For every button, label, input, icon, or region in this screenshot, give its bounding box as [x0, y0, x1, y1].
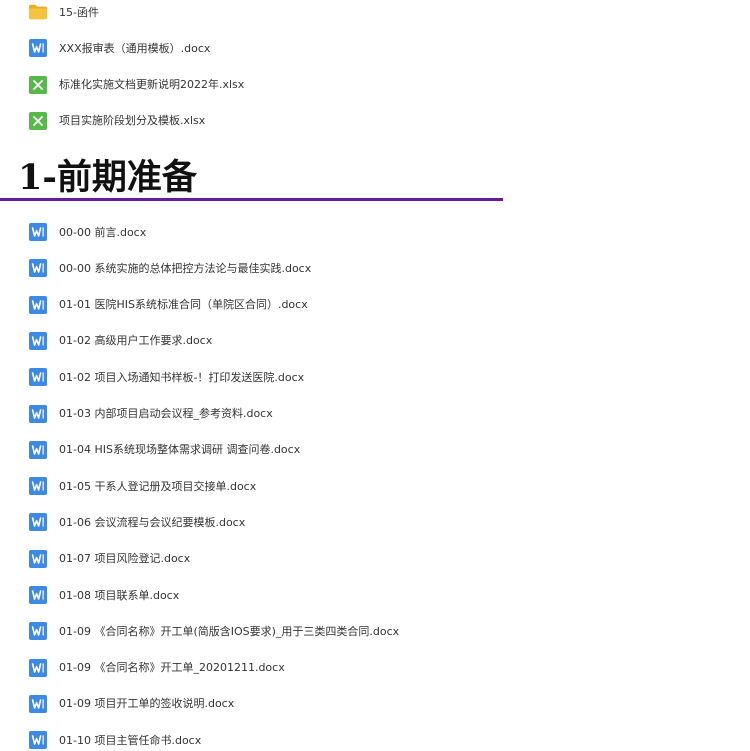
file-item[interactable]: 01-10 项目主管任命书.docx — [29, 729, 201, 751]
file-name: 01-03 内部项目启动会议程_参考资料.docx — [59, 407, 273, 420]
file-item[interactable]: 01-09 项目开工单的签收说明.docx — [29, 693, 234, 715]
excel-sheet-icon — [29, 111, 47, 130]
file-item[interactable]: 01-04 HIS系统现场整体需求调研 调查问卷.docx — [29, 439, 300, 461]
file-name: 01-09 《合同名称》开工单(简版含IOS要求)_用于三类四类合同.docx — [59, 624, 400, 638]
word-doc-icon — [29, 658, 47, 677]
file-item[interactable]: 项目实施阶段划分及模板.xlsx — [29, 110, 205, 132]
word-doc-icon — [29, 622, 47, 641]
file-name: XXX报审表（通用模板）.docx — [59, 41, 211, 55]
file-item[interactable]: 01-07 项目风险登记.docx — [29, 548, 190, 570]
file-name: 01-02 高级用户工作要求.docx — [59, 334, 213, 348]
file-item[interactable]: 00-00 前言.docx — [29, 221, 146, 243]
file-name: 项目实施阶段划分及模板.xlsx — [59, 114, 206, 128]
file-item[interactable]: 01-06 会议流程与会议纪要模板.docx — [29, 511, 245, 533]
file-name: 01-02 项目入场通知书样板-！打印发送医院.docx — [59, 370, 305, 384]
file-item[interactable]: 01-09 《合同名称》开工单_20201211.docx — [29, 657, 285, 679]
file-item[interactable]: 01-03 内部项目启动会议程_参考资料.docx — [29, 403, 273, 425]
section-divider — [0, 198, 503, 201]
file-item[interactable]: 01-05 干系人登记册及项目交接单.docx — [29, 475, 256, 497]
file-item[interactable]: 01-09 《合同名称》开工单(简版含IOS要求)_用于三类四类合同.docx — [29, 620, 399, 642]
file-name: 01-06 会议流程与会议纪要模板.docx — [59, 515, 246, 529]
file-name: 01-05 干系人登记册及项目交接单.docx — [59, 479, 257, 493]
word-doc-icon — [29, 331, 47, 350]
word-doc-icon — [29, 259, 47, 278]
word-doc-icon — [29, 513, 47, 532]
word-doc-icon — [29, 549, 47, 568]
file-item[interactable]: 15-函件 — [29, 1, 99, 23]
file-item[interactable]: 标准化实施文档更新说明2022年.xlsx — [29, 74, 244, 96]
file-item[interactable]: 01-02 项目入场通知书样板-！打印发送医院.docx — [29, 366, 304, 388]
section-title: 1-前期准备 — [18, 157, 197, 198]
file-name: 01-08 项目联系单.docx — [59, 588, 180, 602]
file-name: 01-09 项目开工单的签收说明.docx — [59, 697, 235, 711]
file-name: 标准化实施文档更新说明2022年.xlsx — [59, 78, 245, 92]
word-doc-icon — [29, 440, 47, 459]
file-name: 01-01 医院HIS系统标准合同（单院区合同）.docx — [59, 298, 308, 312]
file-item[interactable]: XXX报审表（通用模板）.docx — [29, 37, 210, 59]
word-doc-icon — [29, 223, 47, 241]
file-item[interactable]: 01-02 高级用户工作要求.docx — [29, 330, 212, 352]
file-name: 01-09 《合同名称》开工单_20201211.docx — [59, 661, 285, 675]
word-doc-icon — [29, 477, 47, 496]
file-item[interactable]: 00-00 系统实施的总体把控方法论与最佳实践.docx — [29, 257, 311, 279]
file-name: 00-00 系统实施的总体把控方法论与最佳实践.docx — [59, 261, 312, 275]
word-doc-icon — [29, 731, 47, 750]
file-item[interactable]: 01-01 医院HIS系统标准合同（单院区合同）.docx — [29, 294, 308, 316]
folder-icon — [29, 3, 47, 21]
word-doc-icon — [29, 694, 47, 713]
word-doc-icon — [29, 295, 47, 314]
file-name: 00-00 前言.docx — [59, 225, 147, 239]
excel-sheet-icon — [29, 75, 47, 94]
file-name: 01-04 HIS系统现场整体需求调研 调查问卷.docx — [59, 443, 301, 457]
word-doc-icon — [29, 39, 47, 58]
word-doc-icon — [29, 368, 47, 387]
file-item[interactable]: 01-08 项目联系单.docx — [29, 584, 179, 606]
file-name: 15-函件 — [59, 5, 99, 19]
file-name: 01-07 项目风险登记.docx — [59, 552, 191, 566]
word-doc-icon — [29, 404, 47, 423]
word-doc-icon — [29, 586, 47, 604]
file-name: 01-10 项目主管任命书.docx — [59, 733, 202, 747]
